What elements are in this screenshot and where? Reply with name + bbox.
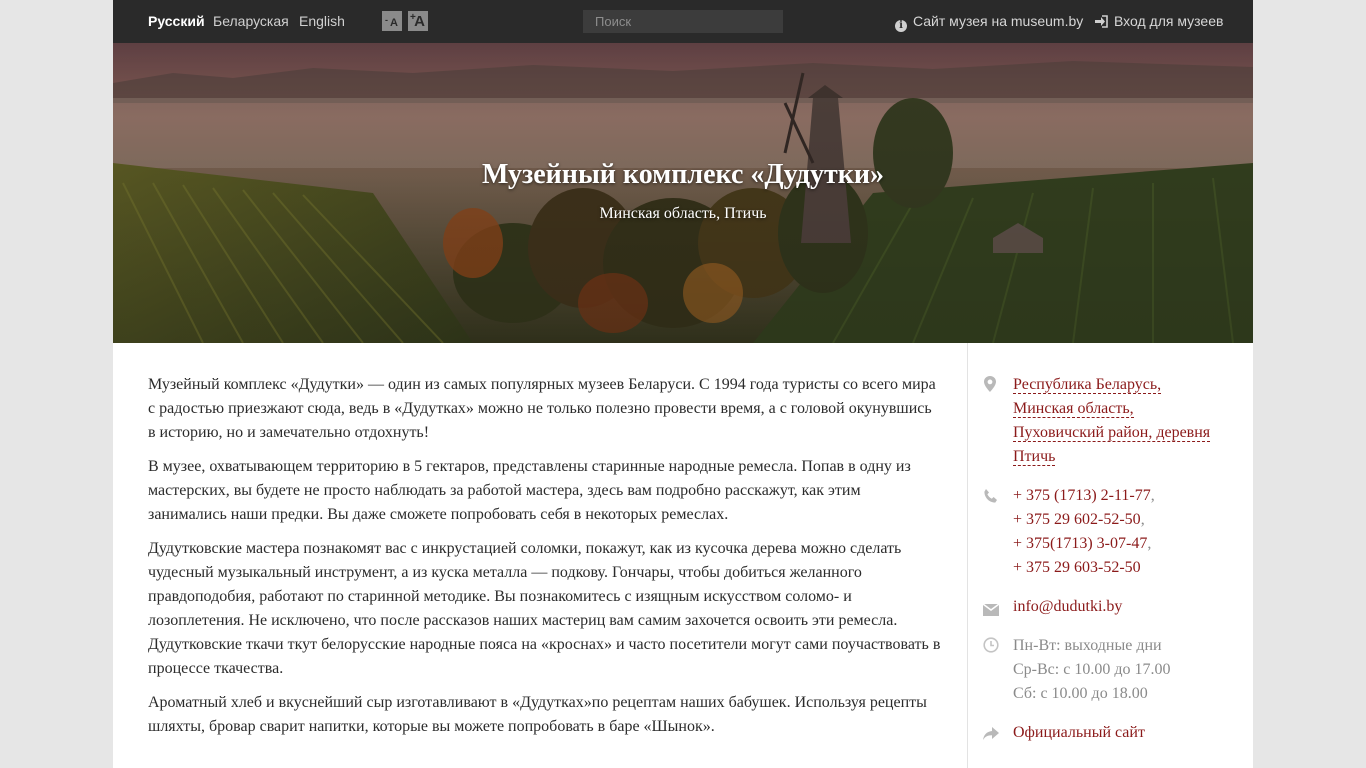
font-decrease-label: A — [390, 16, 398, 29]
location-subtitle: Минская область, Птичь — [599, 205, 767, 222]
minus-icon: - — [385, 15, 388, 25]
phone-link[interactable]: + 375 29 602-52-50 — [1013, 511, 1141, 528]
share-arrow-icon — [983, 725, 999, 741]
hours-line: Сб: с 10.00 до 18.00 — [1013, 685, 1148, 702]
envelope-icon — [982, 600, 1000, 616]
lang-russian[interactable]: Русский — [148, 13, 205, 29]
address-line[interactable]: Птичь — [1013, 448, 1056, 466]
info-icon: i — [895, 20, 907, 32]
description-paragraph: Дудутковские мастера познакомят вас с ин… — [148, 540, 941, 677]
font-decrease-button[interactable]: - A — [382, 11, 402, 31]
address-line[interactable]: Минская область, — [1013, 400, 1134, 418]
description-paragraph: В музее, охватывающем территорию в 5 гек… — [148, 458, 911, 523]
museum-site-link[interactable]: i Сайт музея на museum.by — [895, 13, 1083, 32]
phone-separator: , — [1140, 511, 1145, 528]
top-bar: Русский Беларуская English - A + A i Сайт… — [113, 0, 1253, 43]
plus-icon: + — [410, 12, 416, 23]
page-title: Музейный комплекс «Дудутки» — [481, 159, 885, 190]
phone-link[interactable]: + 375(1713) 3-07-47 — [1013, 535, 1147, 552]
description-paragraph: Ароматный хлеб и вкуснейший сыр изготавл… — [148, 694, 927, 735]
museum-description: Музейный комплекс «Дудутки» — один из са… — [148, 343, 943, 749]
museum-login-link[interactable]: Вход для музеев — [1094, 13, 1223, 31]
museum-login-label: Вход для музеев — [1114, 13, 1224, 29]
lang-english[interactable]: English — [299, 13, 345, 29]
email-link[interactable]: info@dudutki.by — [1013, 598, 1122, 615]
museum-site-link-label: Сайт музея на museum.by — [913, 13, 1084, 29]
map-marker-icon — [983, 376, 999, 392]
phone-separator: , — [1147, 535, 1152, 552]
page: Русский Беларуская English - A + A i Сайт… — [113, 0, 1253, 768]
lang-belarusian[interactable]: Беларуская — [213, 13, 289, 29]
address-line[interactable]: Республика Беларусь, — [1013, 376, 1162, 394]
official-site-link[interactable]: Официальный сайт — [1013, 724, 1145, 741]
sign-in-icon — [1094, 15, 1108, 31]
phone-link[interactable]: + 375 (1713) 2-11-77 — [1013, 487, 1151, 504]
phone-icon — [983, 488, 999, 504]
column-divider — [967, 343, 968, 768]
hero-banner: Музейный комплекс «Дудутки» Минская обла… — [113, 43, 1253, 343]
phone-separator: , — [1150, 487, 1155, 504]
hero-landscape-image — [113, 43, 1253, 343]
hours-line: Ср-Вс: с 10.00 до 17.00 — [1013, 661, 1171, 678]
hours-line: Пн-Вт: выходные дни — [1013, 637, 1162, 654]
clock-icon — [983, 637, 999, 653]
font-increase-button[interactable]: + A — [408, 11, 428, 31]
address-line[interactable]: Пуховичский район, деревня — [1013, 424, 1211, 442]
phone-link[interactable]: + 375 29 603-52-50 — [1013, 559, 1141, 576]
description-paragraph: Музейный комплекс «Дудутки» — один из са… — [148, 376, 936, 441]
search-input[interactable] — [583, 10, 783, 33]
